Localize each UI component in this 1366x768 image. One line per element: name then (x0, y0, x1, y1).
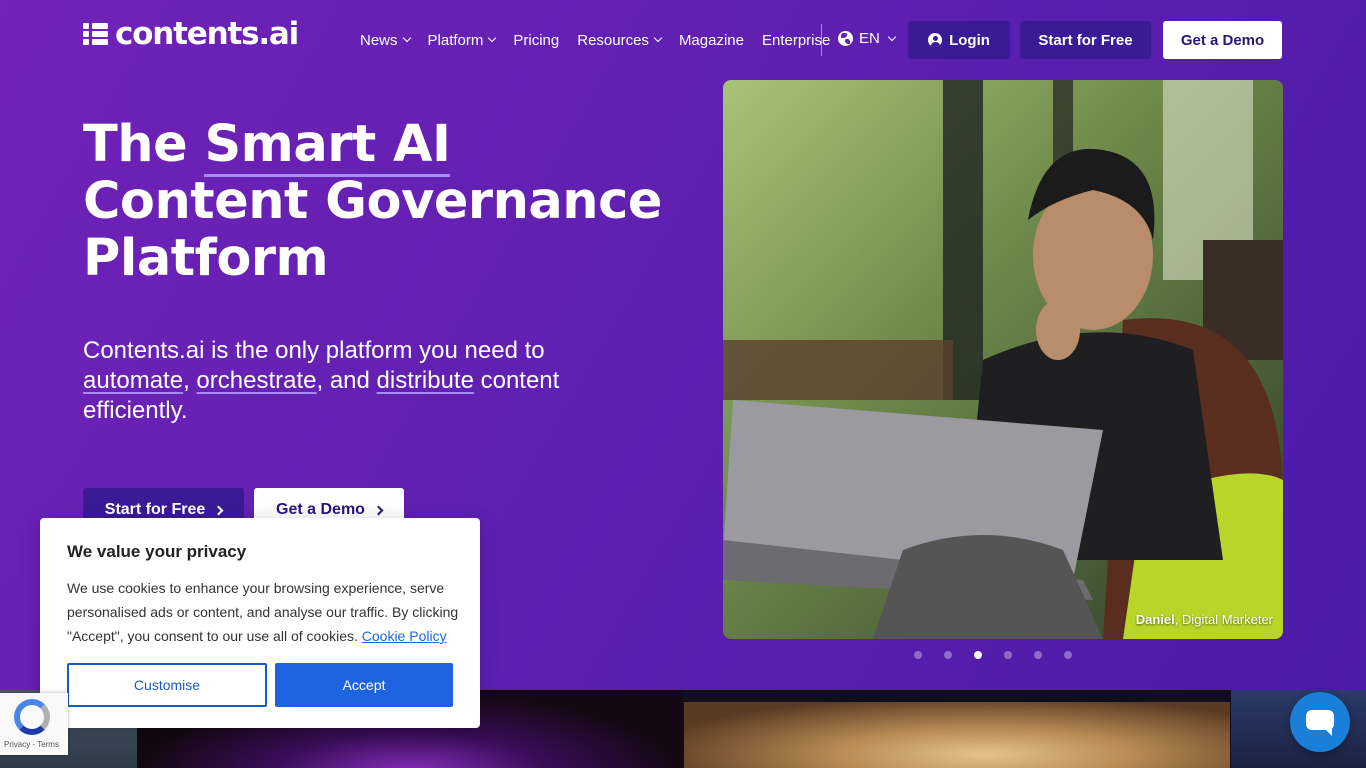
recaptcha-text[interactable]: Privacy - Terms (4, 740, 59, 749)
carousel-dot[interactable] (1004, 651, 1012, 659)
chevron-right-icon (213, 505, 224, 515)
hero-photo: Daniel, Digital Marketer (723, 80, 1283, 639)
main-nav: News Platform Pricing Resources Magazine… (360, 28, 848, 52)
cookie-body: We use cookies to enhance your browsing … (67, 576, 459, 648)
nav-item-magazine[interactable]: Magazine (679, 32, 744, 49)
nav-item-pricing[interactable]: Pricing (513, 32, 559, 49)
carousel-dot-active[interactable] (974, 651, 982, 659)
distribute-link[interactable]: distribute (377, 367, 474, 394)
hero-subtitle: Contents.ai is the only platform you nee… (83, 336, 623, 426)
accept-button[interactable]: Accept (275, 663, 453, 707)
automate-link[interactable]: automate (83, 367, 183, 394)
carousel-dot[interactable] (944, 651, 952, 659)
carousel-dots (914, 651, 1072, 659)
orchestrate-link[interactable]: orchestrate (196, 367, 316, 394)
chevron-down-icon (887, 32, 897, 41)
carousel-dot[interactable] (1034, 651, 1042, 659)
chat-icon (1306, 710, 1334, 736)
photo-caption: Daniel, Digital Marketer (1136, 612, 1273, 627)
caption-name: Daniel (1135, 612, 1175, 627)
chevron-down-icon (488, 33, 497, 43)
button-label: Get a Demo (276, 501, 365, 518)
recaptcha-badge[interactable]: Privacy - Terms (0, 693, 68, 755)
media-tile (684, 702, 1230, 768)
nav-label: News (360, 31, 398, 49)
login-label: Login (949, 31, 990, 49)
nav-label: Magazine (678, 31, 744, 49)
customise-button[interactable]: Customise (67, 663, 267, 707)
hero-title: The Smart AI Content Governance Platform (83, 115, 683, 288)
logo-text: contents.ai (115, 16, 299, 52)
nav-label: Platform (427, 31, 484, 49)
logo-mark-icon (83, 23, 109, 45)
chevron-down-icon (402, 33, 411, 43)
logo[interactable]: contents.ai (83, 16, 299, 52)
chat-button[interactable] (1290, 692, 1350, 752)
hero-title-highlight: Smart AI (204, 115, 451, 177)
cookie-banner: We value your privacy We use cookies to … (40, 518, 480, 728)
hero-title-text: Content Governance Platform (83, 172, 662, 288)
hero-sub-text: , (183, 367, 197, 394)
site-header: contents.ai News Platform Pricing Resour… (0, 0, 1366, 80)
nav-label: Resources (577, 31, 649, 49)
hero-sub-text: , and (316, 367, 377, 394)
login-button[interactable]: Login (908, 21, 1010, 59)
cookie-title: We value your privacy (67, 542, 247, 561)
user-icon (928, 33, 943, 47)
button-label: Start for Free (104, 501, 206, 518)
hero-photo-illustration (723, 80, 1283, 639)
nav-divider (821, 24, 822, 56)
language-selector[interactable]: EN (838, 30, 897, 47)
get-demo-button[interactable]: Get a Demo (1163, 21, 1282, 59)
carousel-dot[interactable] (1064, 651, 1072, 659)
hero-sub-text: Contents.ai is the only platform you nee… (83, 337, 545, 364)
cookie-policy-link[interactable]: Cookie Policy (362, 628, 447, 644)
chevron-down-icon (653, 33, 663, 43)
nav-label: Pricing (513, 31, 560, 49)
recaptcha-icon (14, 699, 50, 735)
nav-item-news[interactable]: News (360, 31, 411, 49)
caption-role: , Digital Marketer (1174, 612, 1273, 627)
carousel-dot[interactable] (914, 651, 922, 659)
nav-item-platform[interactable]: Platform (427, 31, 497, 49)
language-label: EN (859, 30, 880, 47)
start-free-button[interactable]: Start for Free (1020, 21, 1151, 59)
nav-item-resources[interactable]: Resources (577, 31, 663, 49)
globe-icon (838, 31, 853, 46)
hero-title-text: The (83, 115, 205, 174)
chevron-right-icon (373, 505, 384, 515)
